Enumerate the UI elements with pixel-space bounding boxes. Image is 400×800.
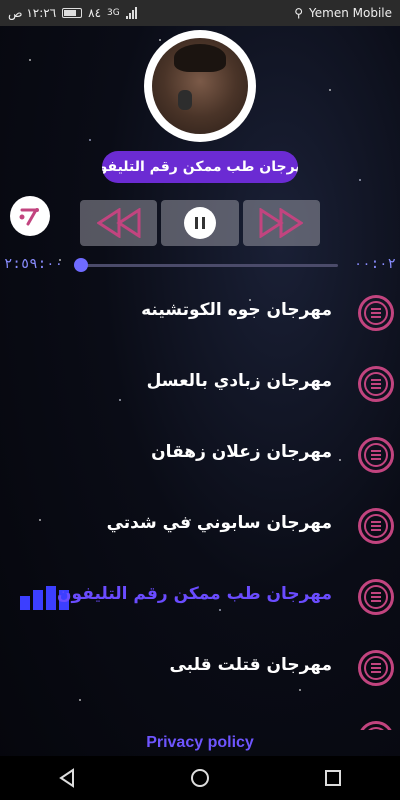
app-screen: ١٢:٢٦ ص ٨٤ 3G ⚲ Yemen Mobile مهرجان طب م… xyxy=(0,0,400,800)
artist-avatar-frame xyxy=(144,30,256,142)
song-menu-button[interactable] xyxy=(358,721,394,730)
home-button[interactable] xyxy=(185,763,215,793)
menu-icon xyxy=(364,372,388,396)
song-menu-button[interactable] xyxy=(358,650,394,686)
pause-icon xyxy=(183,207,216,239)
rewind-icon xyxy=(96,208,141,238)
song-row[interactable]: مهرجان قتلت قلبى xyxy=(0,633,400,704)
status-time: ١٢:٢٦ ص xyxy=(8,6,57,20)
app-logo-icon xyxy=(10,196,50,236)
signal-icon xyxy=(125,7,137,19)
usb-icon: ⚲ xyxy=(294,6,304,20)
song-row[interactable]: مهرجان زعلان زهقان xyxy=(0,420,400,491)
home-icon xyxy=(190,769,209,787)
system-nav-bar xyxy=(0,756,400,800)
menu-icon xyxy=(364,301,388,325)
song-title: مهرجان جوه الكوتشينه xyxy=(141,300,332,320)
song-menu-button[interactable] xyxy=(358,366,394,402)
recents-icon xyxy=(325,770,342,786)
song-menu-button[interactable] xyxy=(358,295,394,331)
song-row[interactable]: مهرجان سابوني في شدتي xyxy=(0,491,400,562)
song-row[interactable]: مهرجان جوه الكوتشينه xyxy=(0,278,400,349)
battery-text: ٨٤ xyxy=(88,6,102,20)
back-icon xyxy=(58,768,74,788)
battery-icon xyxy=(62,8,83,18)
carrier-name: Yemen Mobile xyxy=(309,6,392,20)
elapsed-time: ٠٠:٠٢ xyxy=(353,256,396,272)
status-left: ١٢:٢٦ ص ٨٤ 3G xyxy=(8,6,137,20)
network-type: 3G xyxy=(107,8,120,18)
menu-icon xyxy=(364,585,388,609)
previous-button[interactable] xyxy=(80,200,158,246)
recents-button[interactable] xyxy=(318,763,348,793)
song-title: مهرجان طب ممكن رقم التليفون xyxy=(57,584,332,604)
total-time: ٢:٥٩:٠٠ xyxy=(4,256,64,272)
song-menu-button[interactable] xyxy=(358,437,394,473)
menu-icon xyxy=(364,443,388,467)
song-list: مهرجان جوه الكوتشينه مهرجان زبادي بالعسل… xyxy=(0,278,400,730)
play-pause-button[interactable] xyxy=(161,200,239,246)
artist-avatar xyxy=(152,38,248,134)
next-button[interactable] xyxy=(242,200,320,246)
menu-icon xyxy=(364,514,388,538)
status-bar: ١٢:٢٦ ص ٨٤ 3G ⚲ Yemen Mobile xyxy=(0,0,400,26)
back-button[interactable] xyxy=(52,763,82,793)
seek-bar[interactable] xyxy=(80,264,338,267)
song-title: مهرجان زعلان زهقان xyxy=(151,442,332,462)
song-menu-button[interactable] xyxy=(358,508,394,544)
privacy-policy-link[interactable]: Privacy policy xyxy=(0,734,400,752)
song-title: مهرجان زبادي بالعسل xyxy=(146,371,332,391)
song-row-active[interactable]: مهرجان طب ممكن رقم التليفون xyxy=(0,562,400,633)
song-title: مهرجان سابوني في شدتي xyxy=(106,513,332,533)
song-title: مهرجان قتلت قلبى xyxy=(169,655,332,675)
menu-icon xyxy=(364,656,388,680)
playback-controls xyxy=(80,200,320,246)
status-right: ⚲ Yemen Mobile xyxy=(294,6,392,20)
fast-forward-icon xyxy=(259,208,304,238)
song-row[interactable]: مهرجان زبادي بالعسل xyxy=(0,349,400,420)
seek-thumb[interactable] xyxy=(74,258,88,272)
menu-icon xyxy=(364,727,388,730)
now-playing-title: مهرجان طب ممكن رقم التليفون xyxy=(102,151,298,183)
song-menu-button[interactable] xyxy=(358,579,394,615)
song-row-partial[interactable] xyxy=(0,704,400,730)
